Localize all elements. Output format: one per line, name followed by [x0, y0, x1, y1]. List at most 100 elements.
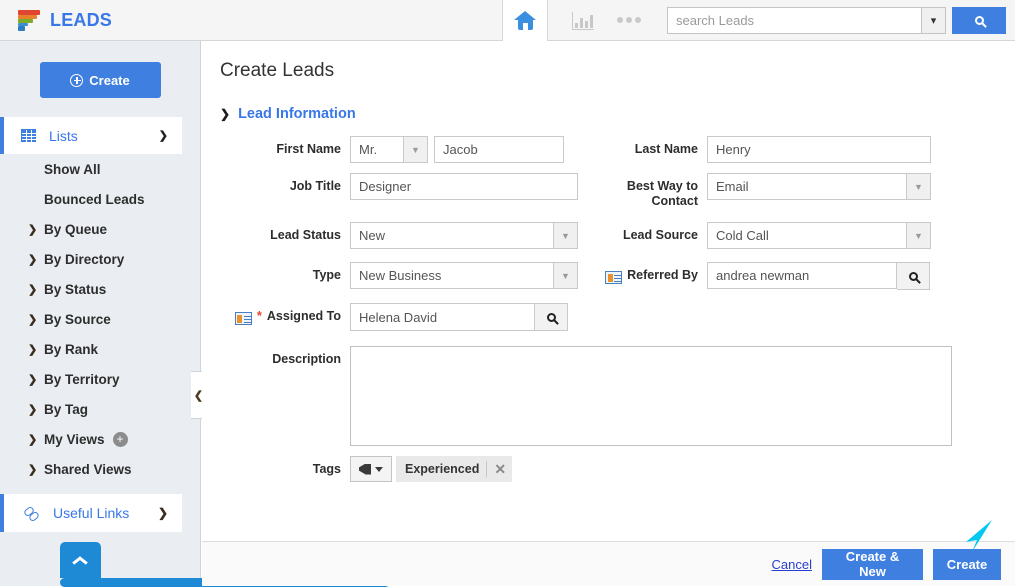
tag-dropdown-button[interactable] [350, 456, 392, 482]
sidebar-item-my-views[interactable]: ❯ My Views + [0, 424, 200, 454]
sidebar-item-label: By Rank [44, 341, 99, 357]
sidebar-item-lists[interactable]: Lists ❯ [0, 117, 182, 154]
sidebar-item-by-territory[interactable]: ❯ By Territory [0, 364, 200, 394]
sidebar-item-by-tag[interactable]: ❯ By Tag [0, 394, 200, 424]
sidebar-item-useful-links[interactable]: Useful Links ❯ [0, 494, 182, 532]
type-label: Type [312, 268, 341, 282]
lead-information-section-header[interactable]: ❯ Lead Information [220, 106, 356, 122]
sidebar-item-by-status[interactable]: ❯ By Status [0, 274, 200, 304]
lead-status-select[interactable]: New ▼ [350, 222, 578, 249]
field-first-name: First Name Mr. ▼ [202, 136, 582, 163]
referred-by-lookup-button[interactable] [897, 262, 930, 290]
chevron-right-icon: ❯ [28, 223, 38, 236]
chevron-down-icon[interactable]: ▼ [906, 222, 931, 249]
field-lead-source: Lead Source Cold Call ▼ [582, 222, 962, 249]
search-scope-dropdown[interactable]: ▾ [921, 6, 946, 34]
referred-by-label: Referred By [582, 262, 707, 284]
brand-area: LEADS [0, 0, 502, 41]
sidebar-nav-list: Show All Bounced Leads ❯ By Queue ❯ By Direct… [0, 154, 200, 484]
chevron-down-icon[interactable]: ▼ [553, 262, 578, 289]
chevron-right-icon[interactable]: ❯ [158, 506, 168, 520]
search-submit-button[interactable] [952, 6, 1006, 34]
sidebar-item-label: My Views [44, 431, 105, 447]
sidebar-item-show-all[interactable]: Show All [0, 154, 200, 184]
referred-by-input[interactable] [707, 262, 897, 289]
create-submit-button[interactable]: Create [933, 548, 1001, 580]
lead-source-select[interactable]: Cold Call ▼ [707, 222, 931, 249]
sidebar-item-by-directory[interactable]: ❯ By Directory [0, 244, 200, 274]
first-name-label: First Name [276, 142, 341, 156]
sidebar-item-by-rank[interactable]: ❯ By Rank [0, 334, 200, 364]
sidebar-item-label: By Source [44, 311, 111, 327]
chevron-down-icon[interactable]: ▼ [906, 173, 931, 200]
sidebar-item-label: By Directory [44, 251, 125, 267]
first-name-input[interactable] [434, 136, 564, 163]
required-marker: * [256, 308, 262, 323]
sidebar-item-label: By Status [44, 281, 107, 297]
description-textarea[interactable] [350, 346, 952, 446]
job-title-input[interactable] [350, 173, 578, 200]
chevron-right-icon: ❯ [28, 253, 38, 266]
form-footer: Cancel Create & New Create [202, 541, 1015, 586]
contact-card-icon [605, 271, 623, 284]
app-title: LEADS [50, 9, 113, 30]
tags-label: Tags [312, 462, 341, 476]
ellipsis-icon[interactable] [617, 17, 641, 23]
sidebar-item-label: Bounced Leads [44, 191, 145, 207]
best-way-to-contact-select[interactable]: Email ▼ [707, 173, 931, 200]
field-lead-status: Lead Status New ▼ [202, 222, 582, 249]
chevron-down-icon: ❯ [220, 107, 231, 121]
lead-status-value: New [350, 222, 553, 249]
funnel-icon [18, 8, 40, 32]
assigned-to-lookup-button[interactable] [535, 303, 568, 331]
form-row-tags: Tags Experienced ✕ [202, 456, 1015, 482]
sidebar-item-by-source[interactable]: ❯ By Source [0, 304, 200, 334]
lead-status-label: Lead Status [270, 228, 341, 242]
field-last-name: Last Name [582, 136, 962, 163]
sidebar-item-bounced-leads[interactable]: Bounced Leads [0, 184, 200, 214]
tag-chip-label: Experienced [405, 462, 480, 476]
tag-chip[interactable]: Experienced ✕ [396, 456, 513, 482]
field-referred-by: Referred By [582, 262, 962, 290]
main-content: Create Leads ❯ Lead Information First Na… [202, 41, 1015, 586]
chevron-down-icon[interactable]: ❯ [159, 129, 168, 142]
form-row-names: First Name Mr. ▼ Last Name [202, 136, 1015, 163]
assigned-to-label-text: Assigned To [266, 309, 341, 323]
create-and-new-button[interactable]: Create & New [822, 548, 923, 580]
description-label: Description [272, 352, 341, 366]
sidebar-item-useful-links-label: Useful Links [53, 505, 130, 521]
close-icon[interactable]: ✕ [486, 461, 506, 477]
add-view-badge[interactable]: + [112, 431, 128, 447]
chevron-right-icon: ❯ [28, 313, 38, 326]
last-name-input[interactable] [707, 136, 931, 163]
field-assigned-to: * Assigned To [202, 303, 582, 331]
sidebar-item-by-queue[interactable]: ❯ By Queue [0, 214, 200, 244]
contact-card-icon [234, 312, 252, 325]
assigned-to-input[interactable] [350, 303, 535, 331]
bar-chart-icon[interactable] [572, 10, 596, 30]
chevron-down-icon[interactable]: ▼ [403, 136, 428, 163]
salutation-select[interactable]: Mr. ▼ [350, 136, 428, 163]
field-description: Description [202, 346, 952, 446]
top-header-bar: LEADS ▾ [0, 0, 1015, 41]
search-input[interactable] [667, 6, 921, 34]
create-button[interactable]: Create [39, 62, 161, 98]
referred-by-label-text: Referred By [627, 268, 698, 282]
type-select[interactable]: New Business ▼ [350, 262, 578, 289]
job-title-label: Job Title [289, 179, 341, 193]
search-icon [974, 15, 984, 25]
chevron-right-icon: ❯ [28, 463, 38, 476]
chevron-right-icon: ❯ [28, 283, 38, 296]
scroll-to-top-button[interactable] [60, 542, 101, 578]
cancel-button[interactable]: Cancel [772, 557, 812, 572]
best-way-to-contact-value: Email [707, 173, 906, 200]
chevron-down-icon[interactable]: ▼ [553, 222, 578, 249]
home-icon [514, 10, 536, 30]
sidebar-item-label: By Queue [44, 221, 108, 237]
grid-icon [21, 129, 37, 143]
section-title: Lead Information [238, 106, 356, 122]
type-value: New Business [350, 262, 553, 289]
sidebar-item-shared-views[interactable]: ❯ Shared Views [0, 454, 200, 484]
home-button[interactable] [502, 0, 548, 41]
search-icon [546, 312, 556, 322]
